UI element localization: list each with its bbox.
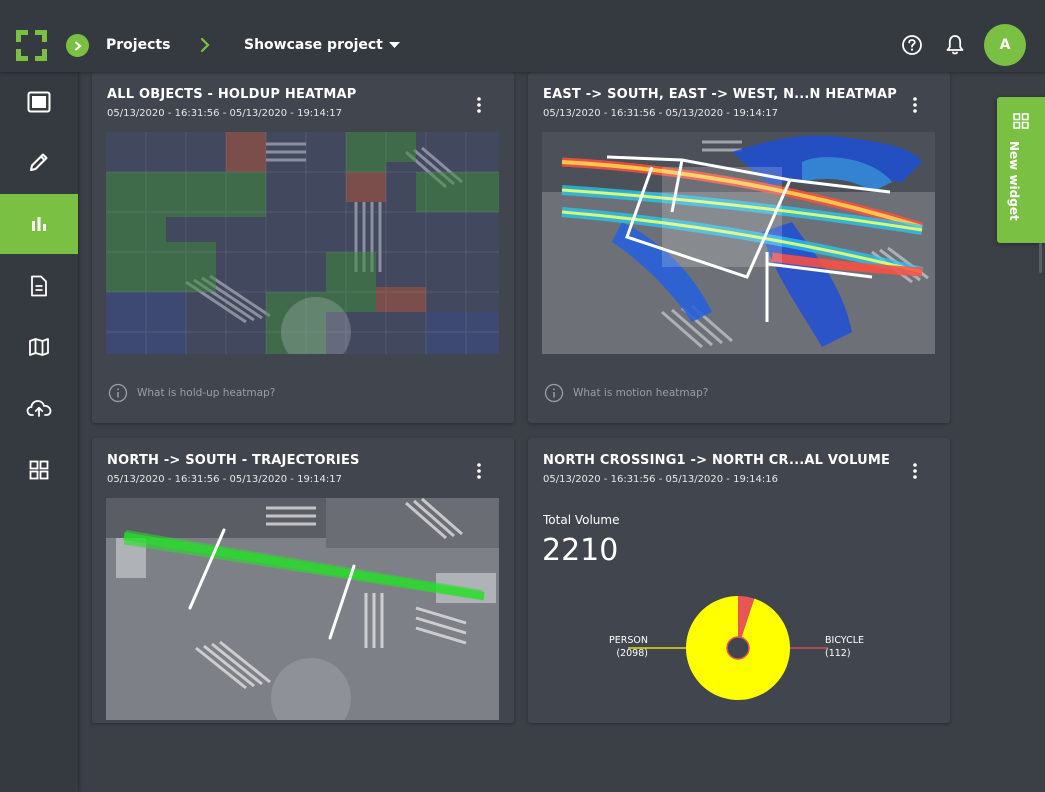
document-icon <box>31 275 47 297</box>
sidebar-item-edit[interactable] <box>0 132 78 192</box>
bell-icon[interactable] <box>945 34 965 56</box>
help-icon[interactable] <box>901 34 923 56</box>
widget-date-range: 05/13/2020 - 16:31:56 - 05/13/2020 - 19:… <box>107 108 342 119</box>
avatar[interactable]: A <box>984 24 1026 66</box>
sidebar-item-analytics[interactable] <box>0 194 78 254</box>
person-count: (2098) <box>616 648 648 659</box>
bicycle-count: (112) <box>825 648 851 659</box>
bicycle-legend: BICYCLE (112) <box>825 634 864 660</box>
cloud-upload-icon <box>26 400 52 417</box>
dashboard-icon <box>27 91 51 113</box>
widget-title: ALL OBJECTS - HOLDUP HEATMAP <box>107 87 357 102</box>
motion-heatmap-image <box>542 132 935 354</box>
total-volume-value: 2210 <box>542 533 619 568</box>
sidebar <box>0 72 78 792</box>
info-icon <box>544 383 564 403</box>
new-widget-button[interactable]: New widget <box>997 97 1045 243</box>
bicycle-label: BICYCLE <box>825 635 864 646</box>
breadcrumb-projects[interactable]: Projects <box>106 37 170 53</box>
chevron-right-icon[interactable] <box>66 34 89 57</box>
info-text: What is motion heatmap? <box>573 387 709 399</box>
top-bar: Projects Showcase project A <box>0 0 1045 72</box>
person-legend: PERSON (2098) <box>609 634 648 660</box>
widgets-grid-icon <box>1013 113 1029 129</box>
chevron-right-icon <box>200 37 210 53</box>
widget-trajectories: NORTH -> SOUTH - TRAJECTORIES 05/13/2020… <box>92 438 514 723</box>
pencil-icon <box>30 153 48 171</box>
sidebar-item-upload[interactable] <box>0 378 78 438</box>
more-options-icon[interactable] <box>474 96 484 114</box>
widget-title: NORTH -> SOUTH - TRAJECTORIES <box>107 453 360 468</box>
widget-motion-heatmap: EAST -> SOUTH, EAST -> WEST, N...N HEATM… <box>528 72 950 423</box>
more-options-icon[interactable] <box>910 96 920 114</box>
widget-holdup-heatmap: ALL OBJECTS - HOLDUP HEATMAP 05/13/2020 … <box>92 72 514 423</box>
total-volume-label: Total Volume <box>543 513 620 527</box>
trajectories-image <box>106 498 499 720</box>
holdup-heatmap-image <box>106 132 499 354</box>
more-options-icon[interactable] <box>474 462 484 480</box>
scrollbar[interactable] <box>1039 243 1042 273</box>
info-link-holdup[interactable]: What is hold-up heatmap? <box>108 383 275 403</box>
bar-chart-icon <box>32 217 46 231</box>
pie-center-hole <box>726 636 750 660</box>
widget-date-range: 05/13/2020 - 16:31:56 - 05/13/2020 - 19:… <box>107 474 342 485</box>
info-icon <box>108 383 128 403</box>
new-widget-label: New widget <box>1007 141 1021 221</box>
logo-icon[interactable] <box>16 30 47 61</box>
sidebar-item-map[interactable] <box>0 317 78 377</box>
widget-date-range: 05/13/2020 - 16:31:56 - 05/13/2020 - 19:… <box>543 108 778 119</box>
sidebar-item-reports[interactable] <box>0 256 78 316</box>
sidebar-item-widgets[interactable] <box>0 440 78 500</box>
widget-date-range: 05/13/2020 - 16:31:56 - 05/13/2020 - 19:… <box>543 474 778 485</box>
person-label: PERSON <box>609 635 648 646</box>
widget-volume: NORTH CROSSING1 -> NORTH CR...AL VOLUME … <box>528 438 950 723</box>
sidebar-item-dashboard[interactable] <box>0 72 78 132</box>
map-icon <box>29 338 49 356</box>
info-text: What is hold-up heatmap? <box>137 387 276 399</box>
widget-title: NORTH CROSSING1 -> NORTH CR...AL VOLUME <box>543 453 891 468</box>
more-options-icon[interactable] <box>910 462 920 480</box>
caret-down-icon[interactable] <box>389 42 400 49</box>
widget-title: EAST -> SOUTH, EAST -> WEST, N...N HEATM… <box>543 87 897 102</box>
info-link-motion[interactable]: What is motion heatmap? <box>544 383 708 403</box>
widgets-grid-icon <box>29 460 49 480</box>
breadcrumb-current-project[interactable]: Showcase project <box>244 37 383 53</box>
